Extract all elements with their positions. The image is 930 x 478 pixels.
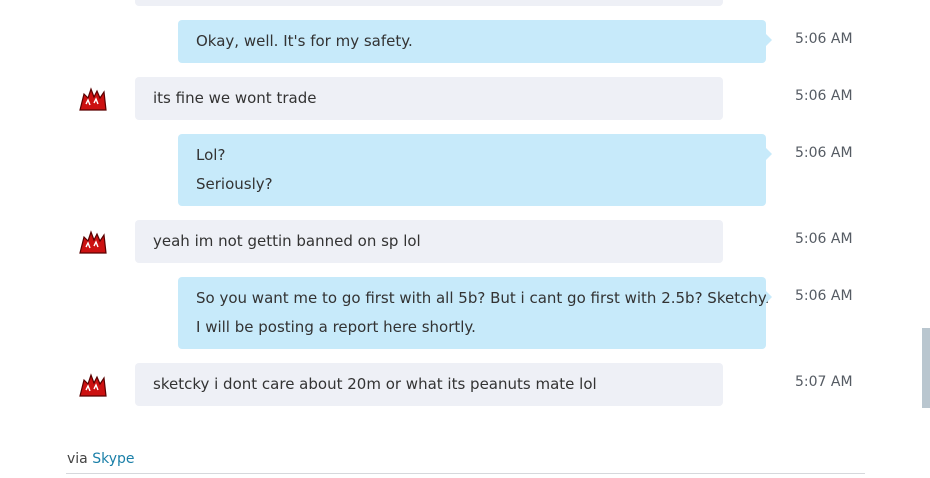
message-text: Okay, well. It's for my safety. [196,32,413,50]
message-text: I will be posting a report here shortly. [196,318,476,336]
message-text: yeah im not gettin banned on sp lol [153,232,421,250]
chat-transcript: Okay, well. It's for my safety. 5:06 AM … [0,0,930,478]
message-timestamp: 5:07 AM [795,374,853,390]
message-text: So you want me to go first with all 5b? … [196,289,770,307]
message-timestamp: 5:06 AM [795,145,853,161]
message-timestamp: 5:06 AM [795,288,853,304]
message-text: sketcky i dont care about 20m or what it… [153,375,597,393]
previous-message-bubble [135,0,723,6]
message-text: Lol? [196,146,226,164]
incoming-message-bubble: yeah im not gettin banned on sp lol [135,220,723,263]
outgoing-message-bubble: Lol? Seriously? [178,134,772,206]
source-attribution: via Skype [67,451,135,467]
incoming-message-bubble: sketcky i dont care about 20m or what it… [135,363,723,406]
message-timestamp: 5:06 AM [795,31,853,47]
skype-link[interactable]: Skype [92,451,134,467]
message-text: its fine we wont trade [153,89,317,107]
incoming-message-bubble: its fine we wont trade [135,77,723,120]
message-timestamp: 5:06 AM [795,88,853,104]
outgoing-message-bubble: Okay, well. It's for my safety. [178,20,772,63]
footer-divider [66,473,865,474]
outgoing-message-bubble: So you want me to go first with all 5b? … [178,277,772,349]
message-timestamp: 5:06 AM [795,231,853,247]
red-character-avatar-icon [79,87,107,111]
scrollbar-thumb[interactable] [922,328,930,408]
message-text: Seriously? [196,175,273,193]
red-character-avatar-icon [79,373,107,397]
attribution-prefix: via [67,451,88,467]
red-character-avatar-icon [79,230,107,254]
